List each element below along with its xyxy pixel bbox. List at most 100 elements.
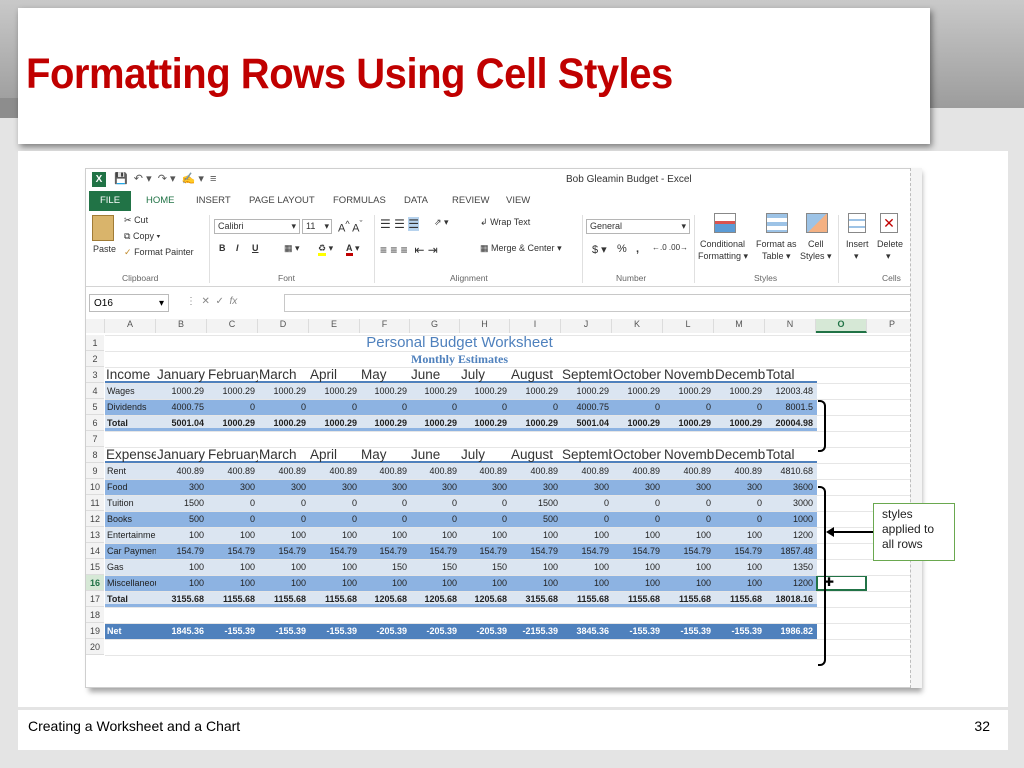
- row-header-6[interactable]: 6: [86, 415, 104, 431]
- data-cell[interactable]: 4000.75: [156, 399, 207, 415]
- data-cell[interactable]: 100: [714, 527, 765, 543]
- data-cell[interactable]: 0: [612, 511, 663, 527]
- data-cell[interactable]: 1000.29: [714, 415, 765, 431]
- row-header-2[interactable]: 2: [86, 351, 104, 367]
- income_header-cell[interactable]: August: [510, 367, 561, 383]
- column-header-E[interactable]: E: [309, 319, 360, 333]
- data-cell[interactable]: 3600: [765, 479, 816, 495]
- data-cell[interactable]: 500: [510, 511, 561, 527]
- data-cell[interactable]: 400.89: [612, 463, 663, 479]
- data-cell[interactable]: 0: [410, 511, 460, 527]
- menu-home[interactable]: HOME: [146, 195, 175, 206]
- row-header-7[interactable]: 7: [86, 431, 104, 447]
- menu-review[interactable]: REVIEW: [452, 195, 489, 206]
- column-header-J[interactable]: J: [561, 319, 612, 333]
- grow-font-button[interactable]: A^ Aˇ: [338, 219, 363, 235]
- data-cell[interactable]: 1205.68: [460, 591, 510, 607]
- data-cell[interactable]: 0: [258, 399, 309, 415]
- column-header-G[interactable]: G: [410, 319, 460, 333]
- conditional-formatting-label[interactable]: Conditional: [700, 239, 745, 249]
- data-cell[interactable]: Rent: [105, 463, 156, 479]
- expense_header-cell[interactable]: June: [410, 447, 460, 463]
- data-cell[interactable]: 4810.68: [765, 463, 816, 479]
- row-header-20[interactable]: 20: [86, 639, 104, 655]
- income_header-cell[interactable]: June: [410, 367, 460, 383]
- data-cell[interactable]: 400.89: [156, 463, 207, 479]
- data-cell[interactable]: 300: [714, 479, 765, 495]
- data-cell[interactable]: 3845.36: [561, 623, 612, 639]
- income_header-cell[interactable]: December: [714, 367, 765, 383]
- menu-view[interactable]: VIEW: [506, 195, 530, 206]
- data-cell[interactable]: 100: [561, 559, 612, 575]
- expense_header-cell[interactable]: February: [207, 447, 258, 463]
- menu-page-layout[interactable]: PAGE LAYOUT: [249, 195, 315, 206]
- data-cell[interactable]: 100: [258, 559, 309, 575]
- data-cell[interactable]: 400.89: [258, 463, 309, 479]
- data-cell[interactable]: 100: [360, 575, 410, 591]
- data-cell[interactable]: 400.89: [410, 463, 460, 479]
- data-cell[interactable]: 100: [612, 559, 663, 575]
- data-cell[interactable]: 0: [510, 399, 561, 415]
- currency-button[interactable]: $ ▾: [592, 243, 607, 256]
- data-cell[interactable]: 1000.29: [410, 383, 460, 399]
- data-cell[interactable]: 1000.29: [309, 415, 360, 431]
- data-cell[interactable]: Total: [105, 591, 156, 607]
- italic-button[interactable]: I: [236, 243, 239, 253]
- data-cell[interactable]: Car Payment: [105, 543, 156, 559]
- data-cell[interactable]: 400.89: [561, 463, 612, 479]
- data-cell[interactable]: 1000.29: [510, 415, 561, 431]
- data-cell[interactable]: 1000.29: [460, 415, 510, 431]
- expense_header-cell[interactable]: July: [460, 447, 510, 463]
- data-cell[interactable]: 0: [460, 495, 510, 511]
- delete-icon[interactable]: ✕: [880, 213, 898, 233]
- data-cell[interactable]: 100: [410, 527, 460, 543]
- data-cell[interactable]: 1000.29: [663, 415, 714, 431]
- conditional-formatting-icon[interactable]: [714, 213, 736, 233]
- data-cell[interactable]: 300: [410, 479, 460, 495]
- expense_header-cell[interactable]: March: [258, 447, 309, 463]
- formula-icons[interactable]: ⋮ ✕ ✓ fx: [186, 296, 237, 307]
- data-cell[interactable]: 0: [714, 511, 765, 527]
- data-cell[interactable]: 1000.29: [258, 415, 309, 431]
- row-header-16[interactable]: 16: [86, 575, 104, 591]
- column-header-B[interactable]: B: [156, 319, 207, 333]
- data-cell[interactable]: 1155.68: [207, 591, 258, 607]
- row-header-14[interactable]: 14: [86, 543, 104, 559]
- data-cell[interactable]: -155.39: [663, 623, 714, 639]
- data-cell[interactable]: 150: [360, 559, 410, 575]
- cell-styles-label-2[interactable]: Styles ▾: [800, 251, 832, 262]
- data-cell[interactable]: 0: [258, 511, 309, 527]
- bold-button[interactable]: B: [219, 243, 226, 253]
- row-header-18[interactable]: 18: [86, 607, 104, 623]
- data-cell[interactable]: -205.39: [410, 623, 460, 639]
- column-header-L[interactable]: L: [663, 319, 714, 333]
- data-cell[interactable]: 1155.68: [309, 591, 360, 607]
- data-cell[interactable]: 1155.68: [663, 591, 714, 607]
- data-cell[interactable]: 5001.04: [561, 415, 612, 431]
- data-cell[interactable]: 0: [207, 511, 258, 527]
- expense_header-cell[interactable]: November: [663, 447, 714, 463]
- row-header-4[interactable]: 4: [86, 383, 104, 399]
- column-header-C[interactable]: C: [207, 319, 258, 333]
- data-cell[interactable]: 0: [714, 399, 765, 415]
- data-cell[interactable]: 1000.29: [510, 383, 561, 399]
- data-cell[interactable]: 1857.48: [765, 543, 816, 559]
- data-cell[interactable]: 300: [561, 479, 612, 495]
- data-cell[interactable]: 154.79: [410, 543, 460, 559]
- column-header-K[interactable]: K: [612, 319, 663, 333]
- row-header-12[interactable]: 12: [86, 511, 104, 527]
- data-cell[interactable]: 400.89: [714, 463, 765, 479]
- column-header-A[interactable]: A: [105, 319, 156, 333]
- data-cell[interactable]: 154.79: [460, 543, 510, 559]
- insert-icon[interactable]: [848, 213, 866, 233]
- data-cell[interactable]: 154.79: [663, 543, 714, 559]
- data-cell[interactable]: 100: [156, 559, 207, 575]
- data-cell[interactable]: Miscellaneous: [105, 575, 156, 591]
- font-name-select[interactable]: Calibri ▾: [214, 219, 300, 234]
- data-cell[interactable]: 100: [510, 527, 561, 543]
- data-cell[interactable]: 100: [156, 527, 207, 543]
- data-cell[interactable]: 0: [663, 495, 714, 511]
- data-cell[interactable]: Books: [105, 511, 156, 527]
- row-header-17[interactable]: 17: [86, 591, 104, 607]
- merge-center-button[interactable]: ▦ Merge & Center ▾: [480, 243, 562, 254]
